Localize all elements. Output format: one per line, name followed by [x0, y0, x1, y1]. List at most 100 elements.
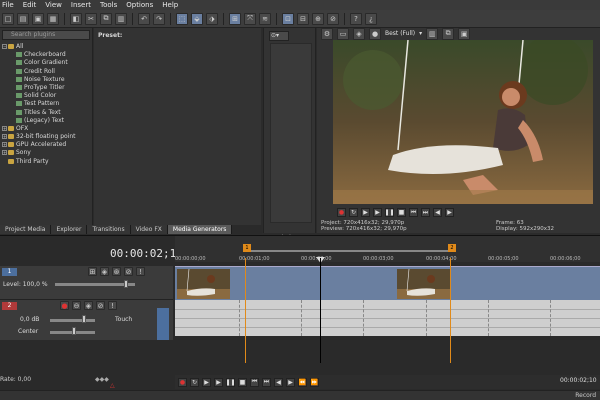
ripple-edit-icon[interactable]: ≋: [259, 12, 271, 25]
loop-icon[interactable]: ↻: [349, 208, 358, 217]
save-icon[interactable]: ▣: [32, 12, 44, 25]
clip-thumbnail[interactable]: [177, 269, 230, 299]
auto-crossfade-icon[interactable]: ⤧: [244, 12, 256, 25]
tree-node-legacy-text[interactable]: (Legacy) Text: [2, 117, 92, 125]
tab-media-generators[interactable]: Media Generators: [167, 225, 233, 234]
level-slider-knob[interactable]: [124, 280, 128, 288]
volume-slider-knob[interactable]: [82, 315, 86, 323]
tree-node-protype-titler[interactable]: ProType Titler: [2, 84, 92, 92]
zoom-tool-icon[interactable]: ⊕: [312, 12, 324, 25]
volume-slider[interactable]: [50, 319, 95, 322]
play-icon[interactable]: ▶: [214, 377, 223, 387]
tab-explorer[interactable]: Explorer: [51, 225, 88, 234]
composite-icon[interactable]: ⊛: [112, 267, 121, 276]
render-icon[interactable]: ◧: [70, 12, 82, 25]
rewind-icon[interactable]: ⏪: [298, 377, 307, 387]
record-icon[interactable]: ●: [178, 377, 187, 387]
audio-track-header[interactable]: 2 ● ⊖ ◈ ⊘ ! 0,0 dB Touch Center: [0, 300, 173, 340]
expand-icon[interactable]: +: [2, 150, 7, 156]
video-track-header[interactable]: 1 ⊞ ◈ ⊛ ⊘ ! Level: 100,0 %: [0, 266, 173, 300]
snapping-icon[interactable]: ⊞: [229, 12, 241, 25]
tree-node-noise-texture[interactable]: Noise Texture: [2, 76, 92, 84]
next-frame-icon[interactable]: ▶: [445, 208, 454, 217]
arm-record-icon[interactable]: ●: [60, 301, 69, 310]
tree-node-ofx[interactable]: + OFX: [2, 125, 92, 133]
level-slider[interactable]: [55, 283, 135, 286]
tree-node-all[interactable]: − All: [2, 43, 92, 51]
fast-forward-icon[interactable]: ⏩: [310, 377, 319, 387]
online-help-icon[interactable]: ?: [350, 12, 362, 25]
tree-node-32bit[interactable]: +32-bit floating point: [2, 133, 92, 141]
rate-slider-arrows[interactable]: ◆◆◆: [95, 376, 109, 383]
loop-icon[interactable]: ↻: [190, 377, 199, 387]
selection-tool-icon[interactable]: ⬗: [206, 12, 218, 25]
pan-slider-knob[interactable]: [72, 327, 76, 335]
fx-icon[interactable]: ◈: [353, 27, 365, 40]
prev-frame-icon[interactable]: ◀: [433, 208, 442, 217]
envelope-tool-icon[interactable]: ⬙: [191, 12, 203, 25]
tree-node-sony[interactable]: + Sony: [2, 149, 92, 157]
pause-icon[interactable]: ❚❚: [225, 377, 236, 387]
trimmer-area[interactable]: [270, 43, 312, 223]
copy-snapshot-icon[interactable]: ⧉: [442, 27, 455, 40]
tree-node-gpu[interactable]: + GPU Accelerated: [2, 141, 92, 149]
collapse-icon[interactable]: −: [2, 44, 7, 49]
prev-frame-icon[interactable]: ◀: [274, 377, 283, 387]
lock-envelopes-icon[interactable]: ⊡: [282, 12, 294, 25]
new-project-icon[interactable]: □: [2, 12, 14, 25]
plugin-search-input[interactable]: Search plugins: [2, 30, 90, 40]
play-from-start-icon[interactable]: ▶: [202, 377, 211, 387]
marker-2[interactable]: 2: [448, 244, 456, 252]
tab-transitions[interactable]: Transitions: [87, 225, 131, 234]
expand-icon[interactable]: +: [2, 142, 7, 148]
normal-edit-tool-icon[interactable]: ⬚: [176, 12, 188, 25]
trimmer-dropdown[interactable]: ⊙▾: [269, 31, 289, 41]
video-track-lane[interactable]: [175, 266, 600, 300]
tree-node-titles-text[interactable]: Titles & Text: [2, 109, 92, 117]
menu-options[interactable]: Options: [126, 1, 153, 9]
menu-edit[interactable]: Edit: [23, 1, 37, 9]
whats-this-icon[interactable]: ¿: [365, 12, 377, 25]
undo-icon[interactable]: ↶: [138, 12, 150, 25]
motion-icon[interactable]: ⊞: [88, 267, 97, 276]
menu-insert[interactable]: Insert: [71, 1, 91, 9]
tree-node-third-party[interactable]: Third Party: [2, 158, 92, 166]
play-icon[interactable]: ▶: [373, 208, 382, 217]
playhead-cursor[interactable]: [320, 258, 321, 363]
split-screen-icon[interactable]: ●: [369, 27, 381, 40]
menu-help[interactable]: Help: [162, 1, 178, 9]
clip-thumbnail[interactable]: [397, 269, 450, 299]
menu-file[interactable]: File: [2, 1, 14, 9]
redo-icon[interactable]: ↷: [153, 12, 165, 25]
tab-project-media[interactable]: Project Media: [0, 225, 52, 234]
solo-icon[interactable]: !: [108, 301, 117, 310]
stop-icon[interactable]: ■: [397, 208, 406, 217]
tree-node-checkerboard[interactable]: Checkerboard: [2, 51, 92, 59]
mute-icon[interactable]: ⊘: [124, 267, 133, 276]
go-end-icon[interactable]: ⏭: [262, 377, 271, 387]
copy-icon[interactable]: ⧉: [100, 12, 112, 25]
pause-icon[interactable]: ❚❚: [384, 208, 395, 217]
go-end-icon[interactable]: ⏭: [421, 208, 430, 217]
preview-quality-dropdown[interactable]: Best (Full): [385, 30, 415, 37]
marker-1[interactable]: 1: [243, 244, 251, 252]
time-ruler[interactable]: 1 2 00:00:00;00 00:00:01;00 00:00:02;00 …: [175, 236, 600, 262]
chevron-down-icon[interactable]: ▾: [419, 30, 422, 37]
expand-icon[interactable]: +: [2, 134, 7, 140]
next-frame-icon[interactable]: ▶: [286, 377, 295, 387]
go-start-icon[interactable]: ⏮: [250, 377, 259, 387]
split-icon[interactable]: ⊘: [327, 12, 339, 25]
solo-icon[interactable]: !: [136, 267, 145, 276]
invert-phase-icon[interactable]: ⊖: [72, 301, 81, 310]
tree-node-test-pattern[interactable]: Test Pattern: [2, 100, 92, 108]
overlays-icon[interactable]: ▥: [426, 27, 439, 40]
fx-icon[interactable]: ◈: [100, 267, 109, 276]
menu-tools[interactable]: Tools: [100, 1, 117, 9]
tree-node-color-gradient[interactable]: Color Gradient: [2, 59, 92, 67]
properties-icon[interactable]: ▦: [47, 12, 59, 25]
play-from-start-icon[interactable]: ▶: [361, 208, 370, 217]
record-icon[interactable]: ●: [337, 208, 346, 217]
paste-icon[interactable]: ▥: [115, 12, 127, 25]
go-start-icon[interactable]: ⏮: [409, 208, 418, 217]
tab-video-fx[interactable]: Video FX: [130, 225, 168, 234]
